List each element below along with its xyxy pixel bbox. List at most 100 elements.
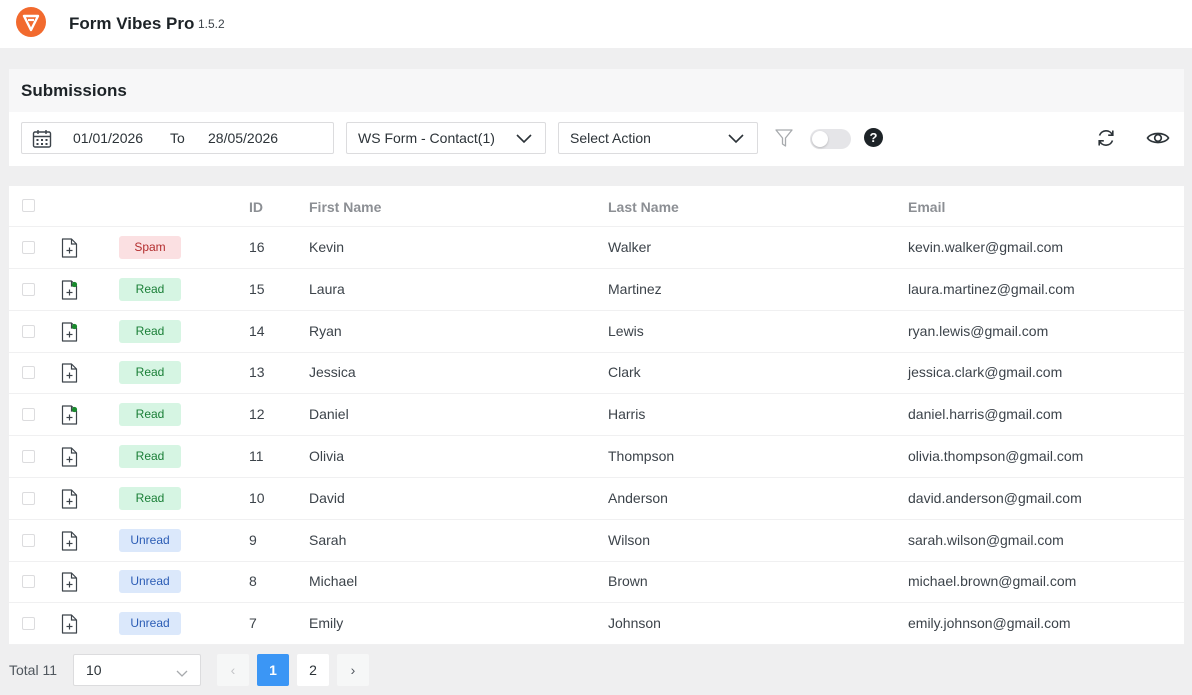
status-badge: Read bbox=[119, 361, 181, 385]
document-plus-icon[interactable] bbox=[61, 572, 78, 597]
date-from-input[interactable]: 01/01/2026 bbox=[73, 130, 143, 146]
table-row[interactable]: Read 15 Laura Martinez laura.martinez@gmail.… bbox=[9, 269, 1184, 311]
date-to-input[interactable]: 28/05/2026 bbox=[208, 130, 278, 146]
eye-icon[interactable] bbox=[1146, 129, 1170, 152]
cell-first-name: Kevin bbox=[309, 239, 345, 255]
date-range-picker[interactable]: 01/01/2026 To 28/05/2026 bbox=[21, 122, 334, 154]
cell-last-name: Clark bbox=[608, 364, 641, 381]
status-badge: Read bbox=[119, 277, 181, 301]
submissions-table: ID First Name Last Name Email Spam 16 Kevi… bbox=[9, 186, 1184, 646]
document-plus-icon[interactable] bbox=[61, 405, 78, 430]
cell-first-name: Emily bbox=[309, 615, 344, 632]
document-plus-icon[interactable] bbox=[61, 280, 78, 305]
previous-page-button[interactable]: ‹ bbox=[217, 654, 249, 686]
cell-id: 7 bbox=[249, 615, 257, 632]
filter-toolbar: 01/01/2026 To 28/05/2026 WS Form - Conta… bbox=[9, 112, 1184, 166]
status-badge: Read bbox=[119, 445, 181, 468]
cell-id: 16 bbox=[249, 239, 265, 255]
cell-email: emily.johnson@gmail.com bbox=[908, 615, 1071, 632]
row-checkbox[interactable] bbox=[22, 575, 35, 589]
cell-email: laura.martinez@gmail.com bbox=[908, 280, 1075, 297]
table-row[interactable]: Spam 16 Kevin Walker kevin.walker@gmail.com bbox=[9, 227, 1184, 269]
row-checkbox[interactable] bbox=[22, 241, 35, 254]
cell-last-name: Lewis bbox=[608, 322, 644, 339]
document-plus-icon[interactable] bbox=[61, 238, 78, 263]
cell-id: 13 bbox=[249, 364, 265, 381]
select-all-checkbox[interactable] bbox=[22, 199, 35, 212]
cell-last-name: Harris bbox=[608, 406, 646, 423]
status-badge: Unread bbox=[119, 528, 181, 552]
row-checkbox[interactable] bbox=[22, 617, 35, 631]
cell-last-name: Brown bbox=[608, 573, 648, 590]
table-row[interactable]: Read 10 David Anderson david.anderson@gmail.… bbox=[9, 478, 1184, 520]
date-to-label: To bbox=[170, 130, 185, 146]
help-icon[interactable]: ? bbox=[864, 128, 883, 147]
next-page-button[interactable]: › bbox=[337, 654, 369, 686]
cell-first-name: Laura bbox=[309, 280, 345, 297]
row-checkbox[interactable] bbox=[22, 491, 35, 505]
row-checkbox[interactable] bbox=[22, 450, 35, 463]
action-select-value: Select Action bbox=[570, 130, 651, 146]
row-checkbox[interactable] bbox=[22, 408, 35, 422]
cell-email: olivia.thompson@gmail.com bbox=[908, 448, 1084, 464]
document-plus-icon[interactable] bbox=[61, 363, 78, 388]
cell-id: 14 bbox=[249, 322, 265, 339]
row-checkbox[interactable] bbox=[22, 282, 35, 296]
cell-first-name: Olivia bbox=[309, 448, 345, 464]
document-plus-icon[interactable] bbox=[61, 614, 78, 639]
table-row[interactable]: Read 12 Daniel Harris daniel.harris@gmail.co… bbox=[9, 394, 1184, 437]
cell-first-name: Jessica bbox=[309, 364, 356, 381]
filter-icon[interactable] bbox=[774, 128, 794, 153]
cell-id: 8 bbox=[249, 573, 257, 590]
table-row[interactable]: Unread 8 Michael Brown michael.brown@gmail.c… bbox=[9, 561, 1184, 604]
cell-last-name: Johnson bbox=[608, 615, 661, 632]
cell-email: kevin.walker@gmail.com bbox=[908, 239, 1064, 255]
row-checkbox[interactable] bbox=[22, 366, 35, 380]
table-row[interactable]: Unread 9 Sarah Wilson sarah.wilson@gmail.com bbox=[9, 520, 1184, 562]
cell-last-name: Martinez bbox=[608, 280, 662, 297]
status-badge: Read bbox=[119, 403, 181, 427]
cell-id: 9 bbox=[249, 531, 257, 548]
chevron-down-icon bbox=[515, 131, 533, 150]
column-header-first-name[interactable]: First Name bbox=[309, 199, 381, 215]
page-1-button[interactable]: 1 bbox=[257, 654, 289, 686]
status-badge: Read bbox=[119, 486, 181, 510]
total-count: Total 11 bbox=[9, 662, 57, 678]
cell-last-name: Anderson bbox=[608, 489, 668, 506]
row-checkbox[interactable] bbox=[22, 533, 35, 547]
table-row[interactable]: Read 13 Jessica Clark jessica.clark@gmail.co… bbox=[9, 352, 1184, 395]
cell-first-name: Michael bbox=[309, 573, 358, 590]
cell-email: sarah.wilson@gmail.com bbox=[908, 531, 1064, 548]
status-badge: Spam bbox=[119, 236, 181, 259]
row-checkbox[interactable] bbox=[22, 324, 35, 338]
form-vibes-logo-icon bbox=[16, 7, 46, 37]
form-select[interactable]: WS Form - Contact(1) bbox=[346, 122, 546, 154]
cell-first-name: Daniel bbox=[309, 406, 349, 423]
column-header-id[interactable]: ID bbox=[249, 199, 263, 215]
document-plus-icon[interactable] bbox=[61, 447, 78, 472]
column-header-email[interactable]: Email bbox=[908, 199, 945, 215]
document-plus-icon[interactable] bbox=[61, 530, 78, 556]
page-2-button[interactable]: 2 bbox=[297, 654, 329, 686]
refresh-icon[interactable] bbox=[1095, 127, 1117, 154]
submissions-header-card: Submissions 01/01/2026 To 28/05/2026 WS … bbox=[9, 69, 1184, 166]
filter-toggle[interactable] bbox=[810, 129, 851, 149]
document-plus-icon[interactable] bbox=[61, 489, 78, 514]
cell-id: 12 bbox=[249, 406, 265, 423]
app-title: Form Vibes Pro bbox=[69, 14, 195, 33]
document-plus-icon[interactable] bbox=[61, 321, 78, 347]
table-row[interactable]: Read 11 Olivia Thompson olivia.thompson@gmai… bbox=[9, 436, 1184, 478]
cell-id: 10 bbox=[249, 489, 265, 506]
table-row[interactable]: Read 14 Ryan Lewis ryan.lewis@gmail.com bbox=[9, 311, 1184, 353]
page-title: Submissions bbox=[21, 81, 127, 100]
chevron-down-icon bbox=[727, 131, 745, 150]
column-header-last-name[interactable]: Last Name bbox=[608, 199, 679, 215]
cell-id: 11 bbox=[249, 448, 264, 464]
page-size-select[interactable]: 10 bbox=[73, 654, 201, 686]
page-size-value: 10 bbox=[86, 662, 102, 678]
table-row[interactable]: Unread 7 Emily Johnson emily.johnson@gmail.c… bbox=[9, 603, 1184, 646]
cell-first-name: Ryan bbox=[309, 322, 342, 339]
table-header: ID First Name Last Name Email bbox=[9, 186, 1184, 227]
form-select-value: WS Form - Contact(1) bbox=[358, 130, 495, 146]
bulk-action-select[interactable]: Select Action bbox=[558, 122, 758, 154]
